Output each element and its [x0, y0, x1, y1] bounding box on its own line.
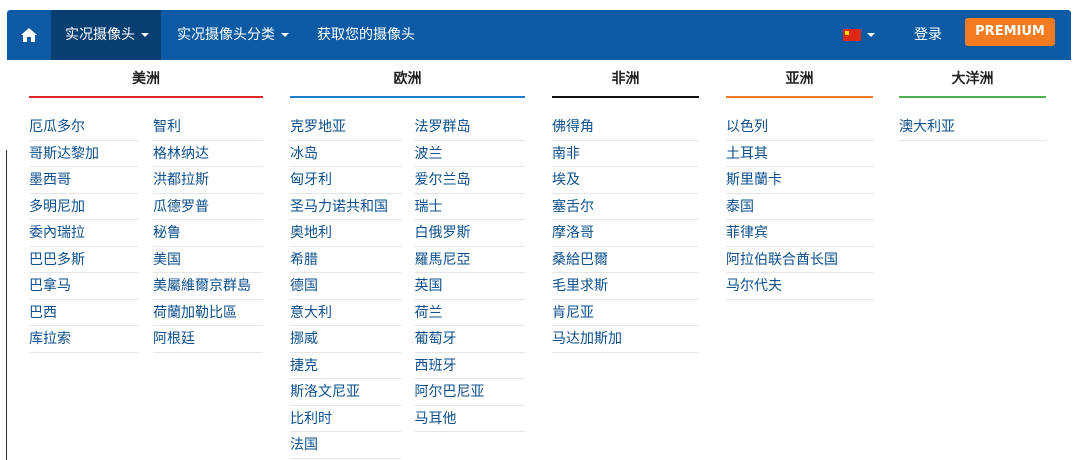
- country-link[interactable]: 爱尔兰岛: [414, 167, 525, 194]
- country-column: 克罗地亚 冰岛 匈牙利 圣马力诺共和国 奥地利 希腊 德国 意大利 挪威 捷克 斯洛文尼亚 比利时 法国: [290, 114, 401, 459]
- region-title: 非洲: [552, 60, 699, 98]
- country-link[interactable]: 塞舌尔: [552, 194, 699, 220]
- country-link[interactable]: 荷蘭加勒比區: [153, 300, 263, 326]
- country-link[interactable]: 阿根廷: [153, 326, 263, 353]
- nav-get-camera[interactable]: 获取您的摄像头: [317, 10, 415, 60]
- country-link[interactable]: 西班牙: [414, 353, 525, 379]
- country-link[interactable]: 瑞士: [414, 194, 525, 220]
- country-link[interactable]: 菲律宾: [726, 220, 873, 247]
- region-oceania: 大洋洲 澳大利亚: [899, 60, 1046, 141]
- login-label: 登录: [914, 27, 942, 43]
- region-title: 大洋洲: [899, 60, 1046, 98]
- country-link[interactable]: 秘鲁: [153, 220, 263, 247]
- country-link[interactable]: 法国: [290, 432, 401, 459]
- china-flag-icon: [843, 29, 861, 41]
- country-link[interactable]: 匈牙利: [290, 167, 401, 194]
- country-link[interactable]: 白俄罗斯: [414, 220, 525, 247]
- home-icon: [20, 27, 38, 43]
- country-link[interactable]: 南非: [552, 141, 699, 167]
- top-navbar: 实况摄像头 实况摄像头分类 获取您的摄像头 登录 PREMIUM: [7, 10, 1071, 60]
- region-title: 亚洲: [726, 60, 873, 98]
- country-link[interactable]: 捷克: [290, 353, 401, 379]
- country-link[interactable]: 巴拿马: [29, 273, 139, 300]
- country-link[interactable]: 摩洛哥: [552, 220, 699, 247]
- region-title: 欧洲: [290, 60, 525, 98]
- country-link[interactable]: 希腊: [290, 247, 401, 273]
- country-link[interactable]: 哥斯达黎加: [29, 141, 139, 167]
- country-link[interactable]: 挪威: [290, 326, 401, 353]
- country-link[interactable]: 英国: [414, 273, 525, 300]
- country-link[interactable]: 委內瑞拉: [29, 220, 139, 247]
- country-column: 智利 格林纳达 洪都拉斯 瓜德罗普 秘鲁 美国 美屬維爾京群島 荷蘭加勒比區 阿根廷: [153, 114, 263, 353]
- country-column: 法罗群岛 波兰 爱尔兰岛 瑞士 白俄罗斯 羅馬尼亞 英国 荷兰 葡萄牙 西班牙 阿尔巴尼亚 马耳他: [414, 114, 525, 432]
- country-link[interactable]: 瓜德罗普: [153, 194, 263, 220]
- country-link[interactable]: 库拉索: [29, 326, 139, 353]
- country-link[interactable]: 洪都拉斯: [153, 167, 263, 194]
- country-link[interactable]: 美屬維爾京群島: [153, 273, 263, 300]
- country-link[interactable]: 多明尼加: [29, 194, 139, 220]
- language-selector[interactable]: [843, 10, 875, 60]
- nav-get-camera-label: 获取您的摄像头: [317, 27, 415, 43]
- country-link[interactable]: 土耳其: [726, 141, 873, 167]
- country-link[interactable]: 阿尔巴尼亚: [414, 379, 525, 406]
- country-column: 厄瓜多尔 哥斯达黎加 墨西哥 多明尼加 委內瑞拉 巴巴多斯 巴拿马 巴西 库拉索: [29, 114, 139, 353]
- region-americas: 美洲 厄瓜多尔 哥斯达黎加 墨西哥 多明尼加 委內瑞拉 巴巴多斯 巴拿马 巴西 库拉索 智利 格林纳达…: [29, 60, 263, 353]
- country-link[interactable]: 德国: [290, 273, 401, 300]
- country-link[interactable]: 澳大利亚: [899, 114, 1046, 141]
- region-asia: 亚洲以色列 土耳其 斯里蘭卡 泰国 菲律宾 阿拉伯联合酋长国 马尔代夫: [726, 60, 873, 300]
- country-link[interactable]: 马耳他: [414, 406, 525, 432]
- nav-live-cameras[interactable]: 实况摄像头: [51, 10, 161, 60]
- country-link[interactable]: 格林纳达: [153, 141, 263, 167]
- country-link[interactable]: 斯洛文尼亚: [290, 379, 401, 406]
- country-link[interactable]: 冰岛: [290, 141, 401, 167]
- live-cameras-dropdown: 美洲 厄瓜多尔 哥斯达黎加 墨西哥 多明尼加 委內瑞拉 巴巴多斯 巴拿马 巴西 库拉索 智利 格林纳达…: [7, 60, 1071, 460]
- country-link[interactable]: 毛里求斯: [552, 273, 699, 300]
- country-link[interactable]: 荷兰: [414, 300, 525, 326]
- country-link[interactable]: 肯尼亚: [552, 300, 699, 326]
- region-europe: 欧洲克罗地亚 冰岛 匈牙利 圣马力诺共和国 奥地利 希腊 德国 意大利 挪威 捷克 斯洛文尼亚 比利时…: [290, 60, 525, 459]
- country-link[interactable]: 比利时: [290, 406, 401, 432]
- country-link[interactable]: 克罗地亚: [290, 114, 401, 141]
- country-link[interactable]: 马尔代夫: [726, 273, 873, 300]
- country-link[interactable]: 埃及: [552, 167, 699, 194]
- country-link[interactable]: 美国: [153, 247, 263, 273]
- login-link[interactable]: 登录: [914, 10, 942, 60]
- country-link[interactable]: 巴西: [29, 300, 139, 326]
- country-column: 澳大利亚: [899, 114, 1046, 141]
- country-link[interactable]: 墨西哥: [29, 167, 139, 194]
- nav-camera-categories[interactable]: 实况摄像头分类: [177, 10, 289, 60]
- country-link[interactable]: 意大利: [290, 300, 401, 326]
- country-link[interactable]: 阿拉伯联合酋长国: [726, 247, 873, 273]
- country-column: 佛得角 南非 埃及 塞舌尔 摩洛哥 桑給巴爾 毛里求斯 肯尼亚 马达加斯加: [552, 114, 699, 353]
- premium-button[interactable]: PREMIUM: [965, 18, 1055, 46]
- country-link[interactable]: 斯里蘭卡: [726, 167, 873, 194]
- chevron-down-icon: [867, 33, 875, 37]
- country-link[interactable]: 法罗群岛: [414, 114, 525, 141]
- country-link[interactable]: 智利: [153, 114, 263, 141]
- country-link[interactable]: 羅馬尼亞: [414, 247, 525, 273]
- country-link[interactable]: 泰国: [726, 194, 873, 220]
- page-frame: 实况摄像头 实况摄像头分类 获取您的摄像头 登录 PREMIUM 美洲厄瓜多尔哥…: [0, 0, 1080, 460]
- chevron-down-icon: [141, 33, 149, 37]
- chevron-down-icon: [281, 33, 289, 37]
- country-link[interactable]: 以色列: [726, 114, 873, 141]
- home-button[interactable]: [7, 10, 51, 60]
- country-link[interactable]: 巴巴多斯: [29, 247, 139, 273]
- country-link[interactable]: 奥地利: [290, 220, 401, 247]
- country-link[interactable]: 佛得角: [552, 114, 699, 141]
- region-africa: 非洲佛得角 南非 埃及 塞舌尔 摩洛哥 桑給巴爾 毛里求斯 肯尼亚 马达加斯加: [552, 60, 699, 353]
- country-column: 以色列 土耳其 斯里蘭卡 泰国 菲律宾 阿拉伯联合酋长国 马尔代夫: [726, 114, 873, 300]
- nav-categories-label: 实况摄像头分类: [177, 27, 275, 43]
- country-link[interactable]: 桑給巴爾: [552, 247, 699, 273]
- country-link[interactable]: 葡萄牙: [414, 326, 525, 353]
- country-link[interactable]: 圣马力诺共和国: [290, 194, 401, 220]
- country-link[interactable]: 厄瓜多尔: [29, 114, 139, 141]
- country-link[interactable]: 波兰: [414, 141, 525, 167]
- region-title: 美洲: [29, 60, 263, 98]
- country-link[interactable]: 马达加斯加: [552, 326, 699, 353]
- nav-live-label: 实况摄像头: [65, 27, 135, 43]
